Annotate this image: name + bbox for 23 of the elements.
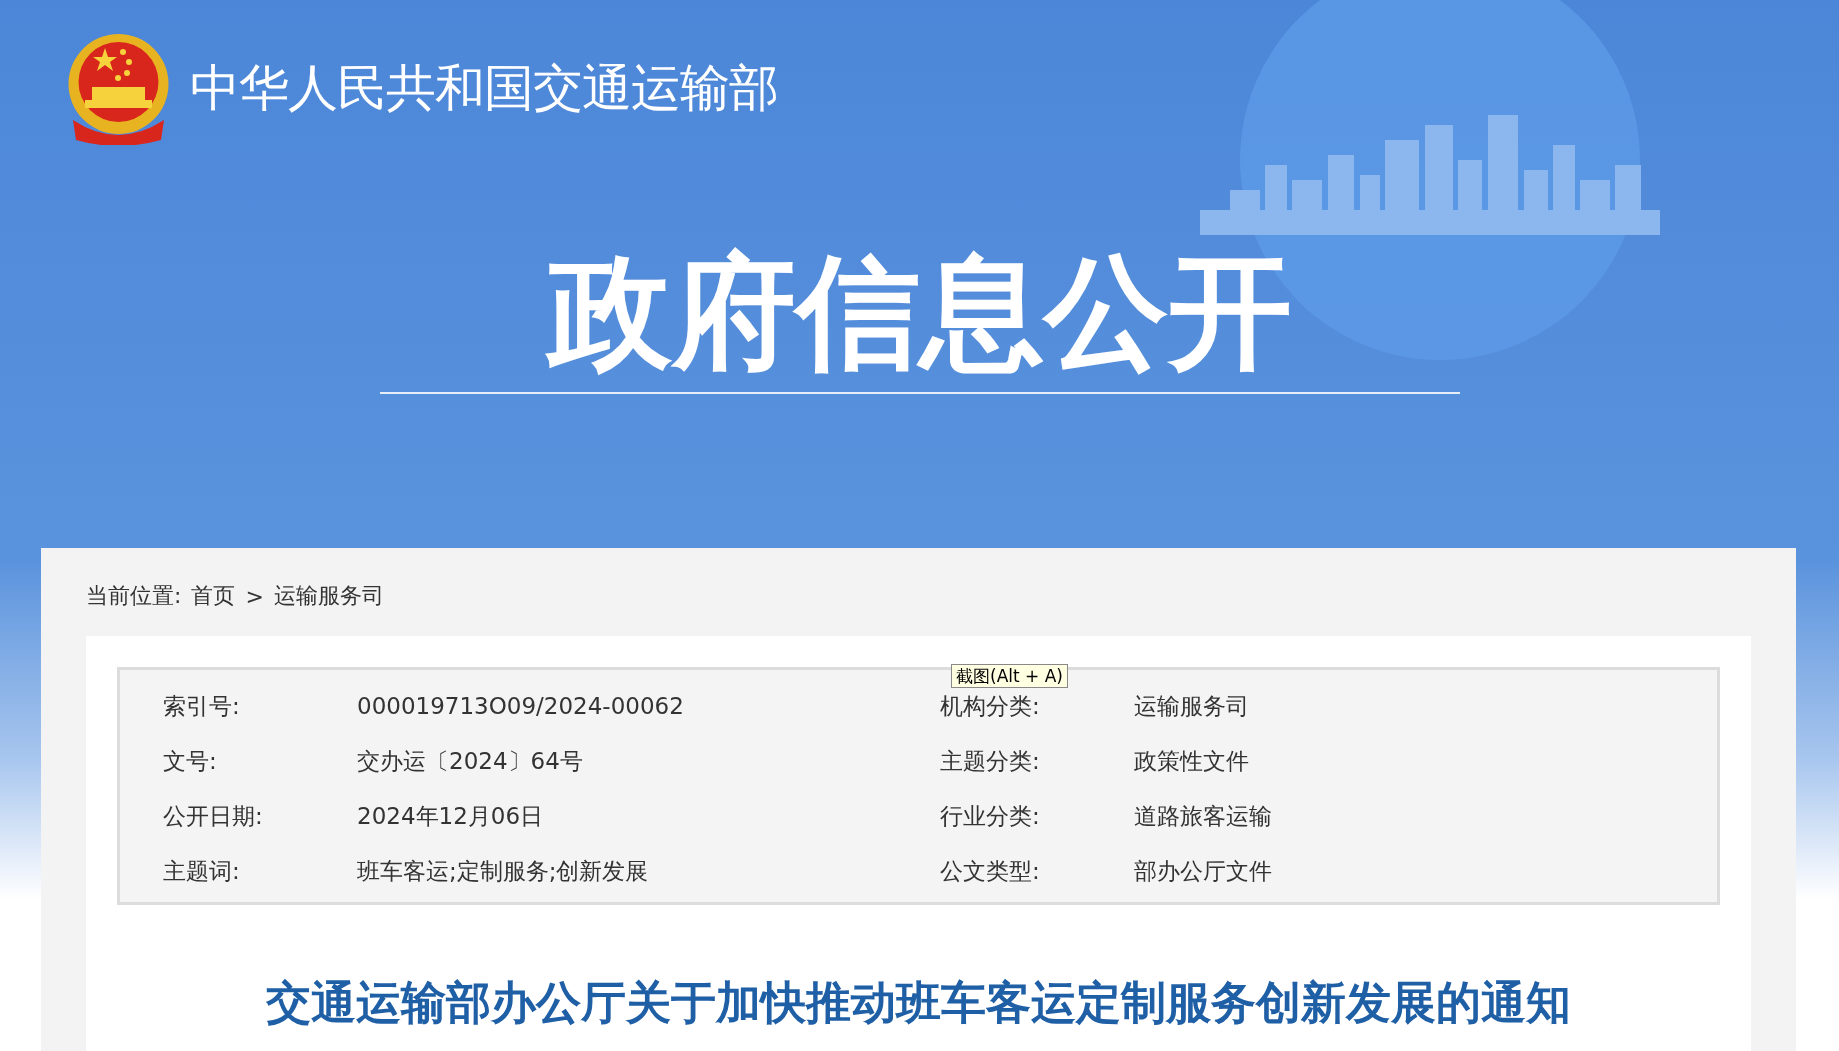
meta-value: 2024年12月06日 [357, 802, 544, 831]
meta-value: 运输服务司 [1134, 692, 1249, 721]
meta-label: 文号: [163, 747, 217, 776]
breadcrumb-link[interactable]: 运输服务司 [273, 581, 384, 611]
meta-label: 主题分类: [940, 747, 1040, 776]
meta-value: 000019713O09/2024-00062 [357, 692, 684, 721]
meta-label: 公文类型: [940, 857, 1040, 886]
meta-value: 班车客运;定制服务;创新发展 [357, 857, 649, 886]
meta-label: 索引号: [163, 692, 240, 721]
meta-value: 部办公厅文件 [1134, 857, 1272, 886]
site-title[interactable]: 中华人民共和国交通运输部 [190, 55, 778, 122]
breadcrumb-label: 当前位置: [86, 582, 182, 610]
meta-label: 机构分类: [940, 692, 1040, 721]
tooltip: 截图(Alt + A) [951, 664, 1068, 688]
breadcrumb-link[interactable]: 首页 [191, 581, 236, 611]
meta-value: 政策性文件 [1134, 747, 1249, 776]
breadcrumb-separator: > [245, 583, 264, 609]
document-title: 交通运输部办公厅关于加快推动班车客运定制服务创新发展的通知 [265, 975, 1572, 1031]
meta-value: 道路旅客运输 [1134, 802, 1272, 831]
meta-label: 行业分类: [940, 802, 1040, 831]
meta-label: 主题词: [163, 857, 240, 886]
meta-value: 交办运〔2024〕64号 [357, 747, 583, 776]
meta-label: 公开日期: [163, 802, 263, 831]
